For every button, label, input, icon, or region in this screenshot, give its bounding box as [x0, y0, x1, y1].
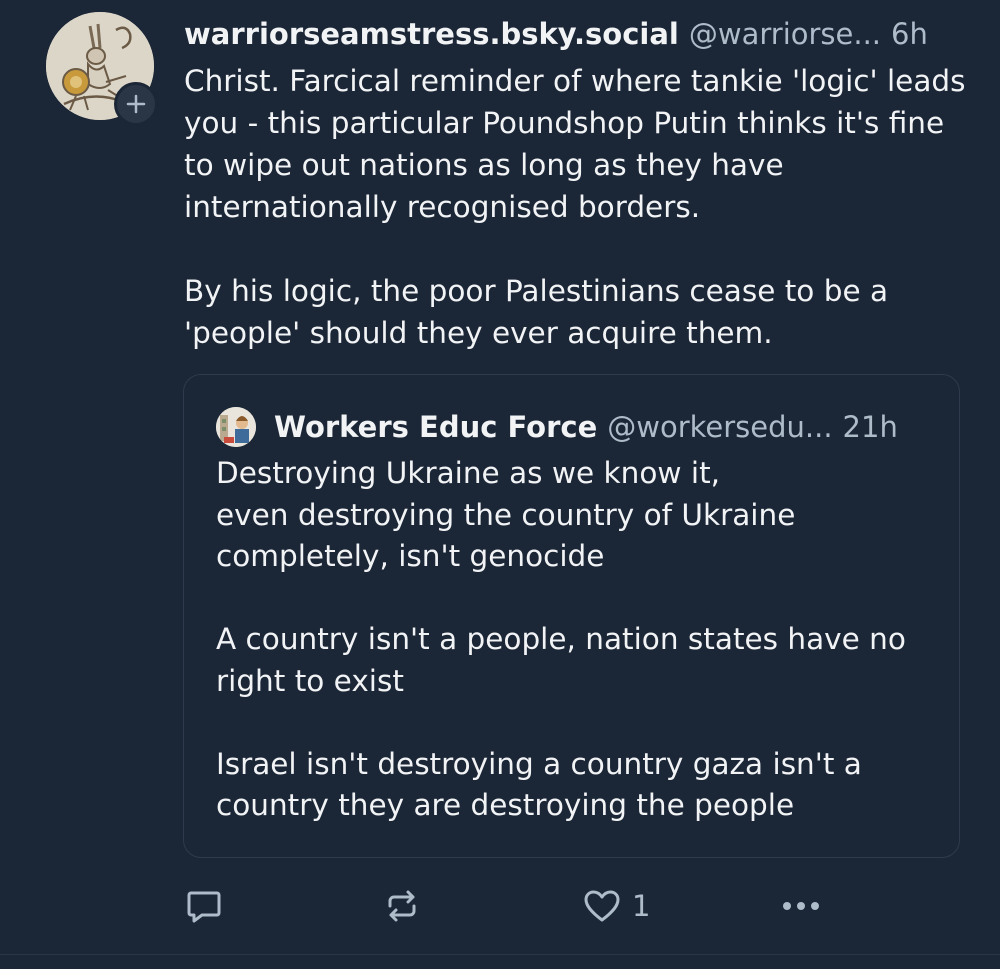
like-button[interactable]: 1	[580, 880, 650, 932]
post-actions-bar: 1	[180, 880, 1000, 932]
repost-button[interactable]	[380, 880, 424, 932]
quote-line: even destroying the country of Ukraine	[216, 497, 796, 532]
quoted-post-card[interactable]: Workers Educ Force @workersedu... 21h De…	[183, 374, 960, 858]
plus-icon	[126, 94, 146, 114]
reply-button[interactable]	[182, 880, 226, 932]
feed-post[interactable]: warriorseamstress.bsky.social @warriorse…	[0, 0, 1000, 969]
illustration-avatar-icon	[216, 407, 256, 447]
post-divider	[0, 954, 1000, 955]
heart-icon	[584, 890, 620, 922]
quote-line: completely, isn't genocide	[216, 539, 605, 573]
follow-button[interactable]	[114, 82, 158, 126]
post-body: Christ. Farcical reminder of where tanki…	[184, 60, 974, 354]
post-timestamp[interactable]: 6h	[891, 12, 928, 56]
quote-author-handle[interactable]: @workersedu...	[607, 405, 832, 449]
post-paragraph: By his logic, the poor Palestinians ceas…	[184, 274, 889, 350]
post-paragraph: Christ. Farcical reminder of where tanki…	[184, 64, 966, 224]
quote-paragraph: A country isn't a people, nation states …	[216, 622, 906, 698]
quote-timestamp[interactable]: 21h	[843, 405, 898, 449]
more-options-button[interactable]	[776, 880, 826, 932]
quote-body: Destroying Ukraine as we know it, even d…	[216, 453, 936, 827]
post-header: warriorseamstress.bsky.social @warriorse…	[184, 12, 974, 56]
author-display-name[interactable]: warriorseamstress.bsky.social	[184, 12, 679, 56]
author-handle[interactable]: @warriorse...	[689, 12, 881, 56]
reply-bubble-icon	[187, 891, 221, 923]
quote-author-avatar[interactable]	[216, 407, 256, 447]
quote-paragraph: Israel isn't destroying a country gaza i…	[216, 746, 862, 823]
quote-author-display-name[interactable]: Workers Educ Force	[274, 405, 597, 449]
quote-header: Workers Educ Force @workersedu... 21h	[274, 405, 944, 449]
like-count: 1	[632, 889, 651, 923]
repost-arrows-icon	[388, 890, 416, 922]
ellipsis-icon	[783, 902, 819, 910]
quote-line: Destroying Ukraine as we know it,	[216, 456, 721, 490]
